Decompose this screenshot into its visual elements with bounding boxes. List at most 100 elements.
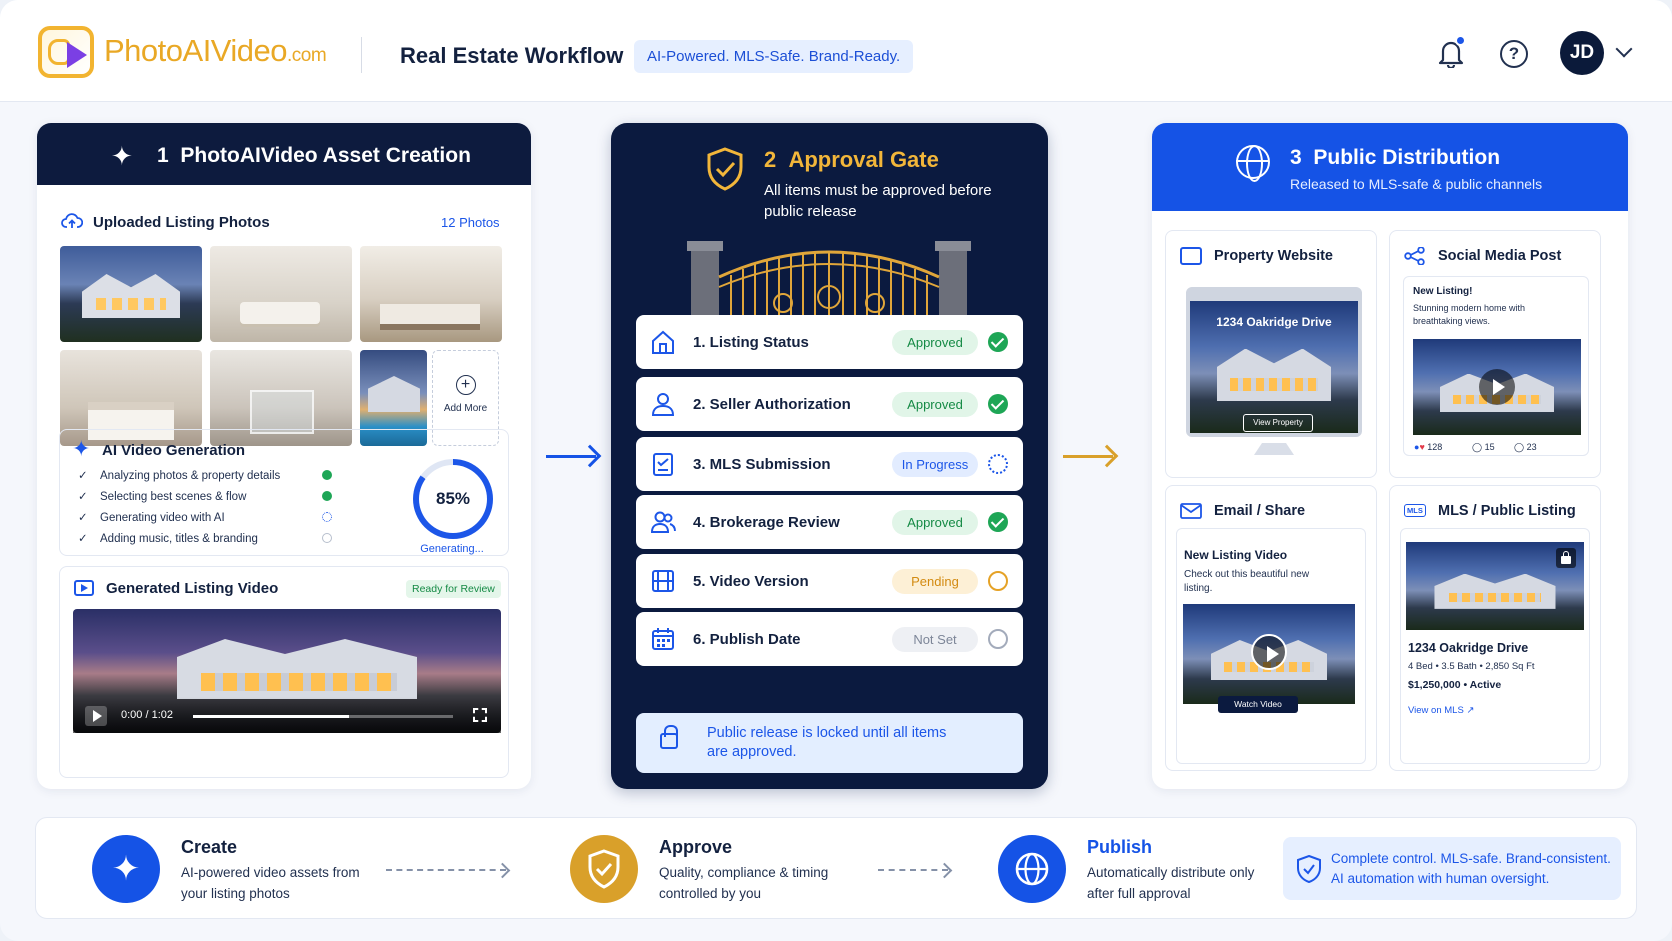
heart-icon: ♥ <box>1419 442 1425 452</box>
ai-step-label: Selecting best scenes & flow <box>100 491 247 503</box>
progress-percent: 85% <box>419 465 487 533</box>
brand-name-main: PhotoAIVideo <box>104 33 288 68</box>
monitor-stand <box>1254 443 1294 455</box>
approval-item-video-version[interactable]: 5. Video Version Pending <box>636 554 1023 608</box>
tagline-badge: AI-Powered. MLS-Safe. Brand-Ready. <box>634 40 914 73</box>
shares-count: ◯ 23 <box>1514 442 1537 453</box>
approved-check-icon <box>988 394 1008 414</box>
house-icon <box>652 330 674 354</box>
user-avatar[interactable]: JD <box>1560 31 1604 75</box>
chevron-down-icon[interactable] <box>1615 40 1633 58</box>
asset-creation-header: ✦ 1 PhotoAIVideo Asset Creation <box>37 123 531 185</box>
comment-icon: ◯ <box>1514 442 1525 452</box>
generated-video-card: Generated Listing Video Ready for Review… <box>59 566 509 778</box>
flow-arrow-to-distribution <box>1063 455 1113 458</box>
approval-item-seller-authorization[interactable]: 2. Seller Authorization Approved <box>636 377 1023 431</box>
watch-video-button[interactable]: Watch Video <box>1218 696 1298 713</box>
approval-item-label: 5. Video Version <box>693 573 809 590</box>
approval-item-label: 6. Publish Date <box>693 631 801 648</box>
social-media-title: Social Media Post <box>1438 248 1562 264</box>
property-website-card[interactable]: Property Website 1234 Oakridge Drive Vie… <box>1165 230 1377 478</box>
photo-thumbnail-exterior[interactable] <box>60 246 202 342</box>
fullscreen-icon[interactable] <box>473 708 487 722</box>
approval-item-label: 1. Listing Status <box>693 334 809 351</box>
photo-count[interactable]: 12 Photos <box>441 215 500 230</box>
comment-icon: ◯ <box>1472 442 1483 452</box>
video-timestamp: 0:00 / 1:02 <box>121 709 173 721</box>
film-icon <box>652 570 674 592</box>
post-headline: New Listing! <box>1413 286 1473 297</box>
approval-item-mls-submission[interactable]: 3. MLS Submission In Progress <box>636 437 1023 491</box>
external-link-icon: ↗ <box>1466 705 1475 716</box>
shield-check-icon <box>707 147 743 191</box>
step-done-icon <box>322 491 332 501</box>
pending-icon <box>988 571 1008 591</box>
approval-item-label: 3. MLS Submission <box>693 456 831 473</box>
approval-item-publish-date[interactable]: 6. Publish Date Not Set <box>636 612 1023 666</box>
globe-icon <box>1236 145 1270 182</box>
sparkle-icon: ✦ <box>92 835 160 903</box>
mls-listing-title: MLS / Public Listing <box>1438 503 1576 519</box>
approval-item-brokerage-review[interactable]: 4. Brokerage Review Approved <box>636 495 1023 549</box>
check-icon: ✓ <box>78 470 88 482</box>
check-icon: ✓ <box>78 533 88 545</box>
lock-message: Public release is locked until all items… <box>707 725 947 760</box>
shield-check-icon <box>1297 855 1321 883</box>
asset-creation-heading: PhotoAIVideo Asset Creation <box>180 144 471 167</box>
approval-gate-subtitle: All items must be approved before public… <box>764 182 992 220</box>
distribution-step: 3 <box>1290 146 1302 169</box>
video-progress-bar[interactable] <box>193 715 453 718</box>
social-media-card[interactable]: Social Media Post New Listing! Stunning … <box>1389 230 1601 478</box>
brand-name[interactable]: PhotoAIVideo.com <box>104 33 327 69</box>
calendar-icon <box>652 628 674 650</box>
release-locked-notice: Public release is locked until all items… <box>636 713 1023 773</box>
ai-video-generation-card: ✦ AI Video Generation ✓ Analyzing photos … <box>59 429 509 556</box>
approval-gate-panel: 2 Approval Gate All items must be approv… <box>611 123 1048 789</box>
ai-step-generating: ✓ Generating video with AI <box>78 510 225 524</box>
approval-item-listing-status[interactable]: 1. Listing Status Approved <box>636 315 1023 369</box>
distribution-subtitle: Released to MLS-safe & public channels <box>1290 176 1543 192</box>
photo-thumbnail-living-room[interactable] <box>210 246 352 342</box>
property-website-title: Property Website <box>1214 248 1333 264</box>
summary-create-title: Create <box>181 837 238 857</box>
plus-icon: + <box>455 375 476 395</box>
distribution-title: 3 Public Distribution <box>1290 146 1500 170</box>
sparkle-icon: ✦ <box>72 436 91 461</box>
view-on-mls-label: View on MLS <box>1408 705 1464 716</box>
view-on-mls-link[interactable]: View on MLS ↗ <box>1408 705 1474 716</box>
step-in-progress-icon <box>322 512 332 522</box>
comments-value: 15 <box>1484 442 1495 452</box>
video-controls: 0:00 / 1:02 <box>73 697 501 733</box>
play-icon[interactable] <box>1479 369 1515 405</box>
play-icon[interactable] <box>1251 634 1287 670</box>
globe-glyph <box>1015 852 1049 886</box>
email-share-card[interactable]: Email / Share New Listing Video Check ou… <box>1165 485 1377 771</box>
dashed-arrow-icon <box>386 869 506 871</box>
summary-approve-title: Approve <box>659 837 733 857</box>
sparkle-icon: ✦ <box>111 141 133 171</box>
email-share-title: Email / Share <box>1214 503 1306 519</box>
shield-check-icon <box>570 835 638 903</box>
status-badge: Approved <box>892 392 978 417</box>
likes-value: 128 <box>1427 442 1443 452</box>
play-icon[interactable] <box>85 706 107 726</box>
uploaded-photos-title: Uploaded Listing Photos <box>93 214 270 231</box>
mls-listing-card[interactable]: MLS MLS / Public Listing 1234 Oakridge D… <box>1389 485 1601 771</box>
ai-step-branding: ✓ Adding music, titles & branding <box>78 531 258 545</box>
brand-name-tld: .com <box>287 45 327 66</box>
not-set-icon <box>988 629 1008 649</box>
people-icon <box>650 511 676 533</box>
view-property-button[interactable]: View Property <box>1243 414 1313 432</box>
workflow-canvas: PhotoAIVideo.com Real Estate Workflow AI… <box>0 0 1672 941</box>
social-post-preview: New Listing! Stunning modern home with b… <box>1403 276 1589 456</box>
website-address: 1234 Oakridge Drive <box>1216 315 1332 329</box>
help-icon[interactable]: ? <box>1500 40 1528 68</box>
ai-step-label: Analyzing photos & property details <box>100 470 281 482</box>
website-preview: 1234 Oakridge Drive View Property <box>1186 287 1362 437</box>
step-waiting-icon <box>322 533 332 543</box>
control-summary-callout: Complete control. MLS-safe. Brand-consis… <box>1283 837 1621 900</box>
photo-thumbnail-kitchen[interactable] <box>360 246 502 342</box>
email-text: Check out this beautiful new listing. <box>1184 569 1310 594</box>
share-icon <box>1404 247 1425 265</box>
brand-logo-icon[interactable] <box>38 26 94 78</box>
